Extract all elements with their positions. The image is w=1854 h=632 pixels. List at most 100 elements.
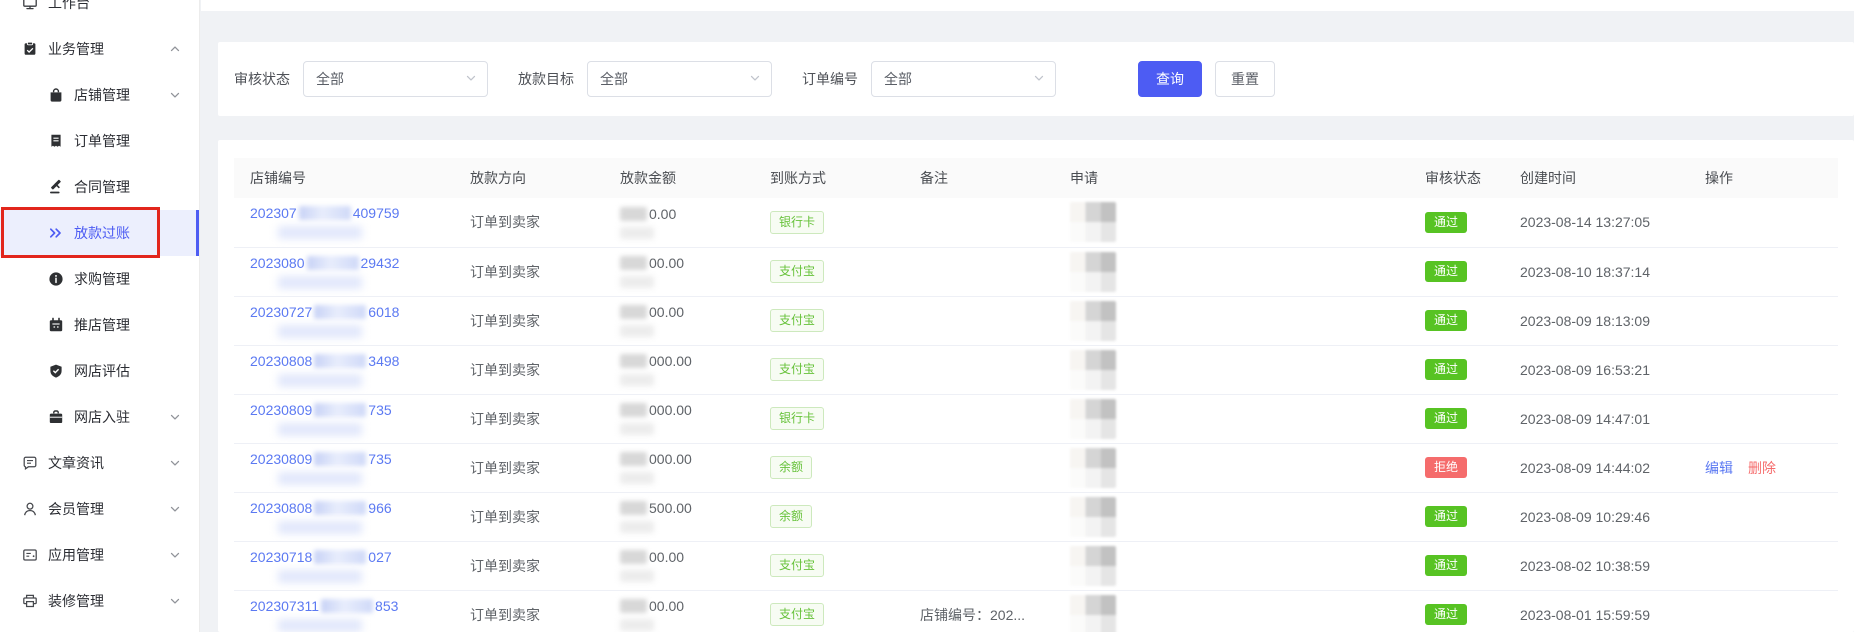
shop-id-cell: 202307409759	[234, 198, 454, 247]
loan-amount: 00.00	[604, 296, 754, 345]
sidebar-item-decorate[interactable]: 装修管理	[0, 578, 199, 624]
column-header: 审核状态	[1409, 158, 1504, 198]
redacted-amount-subline	[620, 521, 654, 533]
actions-cell	[1689, 247, 1838, 296]
loan-direction: 订单到卖家	[454, 247, 604, 296]
arrival-method-tag: 支付宝	[770, 554, 824, 577]
sidebar-item-label: 网店评估	[74, 361, 130, 381]
sidebar-item-members[interactable]: 会员管理	[0, 486, 199, 532]
status-cell: 拒绝	[1409, 443, 1504, 492]
double-chevron-right-icon	[48, 225, 64, 241]
arrival-method-tag: 银行卡	[770, 407, 824, 430]
loan-direction: 订单到卖家	[454, 541, 604, 590]
redacted-applicant	[1070, 595, 1116, 632]
shop-id-cell: 20230809735	[234, 394, 454, 443]
actions-cell	[1689, 590, 1838, 632]
select-value: 全部	[600, 69, 628, 89]
applicant-cell	[1054, 541, 1409, 590]
filter-label: 订单编号	[802, 69, 858, 89]
shop-id-link[interactable]: 202307311853	[250, 598, 398, 614]
chevron-down-icon	[169, 549, 181, 561]
redacted-amount-subline	[620, 325, 654, 337]
sidebar-item-settle[interactable]: 网店入驻	[0, 394, 199, 440]
sidebar-item-business[interactable]: 业务管理	[0, 26, 199, 72]
edit-link[interactable]: 编辑	[1705, 460, 1733, 476]
shop-id-link[interactable]: 20230809735	[250, 402, 392, 418]
loan-amount: 00.00	[604, 590, 754, 632]
arrival-method-tag: 余额	[770, 456, 812, 479]
select-value: 全部	[316, 69, 344, 89]
table-row: 202307276018订单到卖家00.00支付宝通过2023-08-09 18…	[234, 296, 1838, 345]
remark-cell: 店铺编号：202...	[904, 590, 1054, 632]
table-row: 20230808966订单到卖家500.00余额通过2023-08-09 10:…	[234, 492, 1838, 541]
redacted-id-segment	[314, 550, 366, 564]
shop-id-link[interactable]: 202307409759	[250, 205, 399, 221]
status-cell: 通过	[1409, 247, 1504, 296]
gavel-icon	[48, 179, 64, 195]
status-badge: 通过	[1425, 408, 1467, 429]
status-cell: 通过	[1409, 198, 1504, 247]
redacted-amount-subline	[620, 472, 654, 484]
shop-id-cell: 202308083498	[234, 345, 454, 394]
shop-id-cell: 20230718027	[234, 541, 454, 590]
sidebar-item-contract[interactable]: 合同管理	[0, 164, 199, 210]
filter-group-order-no: 订单编号全部	[802, 61, 1056, 97]
redacted-amount-segment	[620, 599, 647, 613]
sidebar-item-evaluate[interactable]: 网店评估	[0, 348, 199, 394]
arrival-method-cell: 支付宝	[754, 541, 904, 590]
loan-amount: 000.00	[604, 345, 754, 394]
sidebar-item-buy[interactable]: 求购管理	[0, 256, 199, 302]
sidebar-item-label: 求购管理	[74, 269, 130, 289]
search-button[interactable]: 查询	[1138, 61, 1202, 97]
shop-id-link[interactable]: 202308029432	[250, 255, 399, 271]
redacted-amount-segment	[620, 550, 647, 564]
redacted-id-segment	[307, 256, 359, 270]
sidebar: 工作台业务管理店铺管理订单管理合同管理放款过账求购管理推店管理网店评估网店入驻文…	[0, 0, 200, 632]
select-chevron-icon	[749, 71, 761, 87]
data-table-card: 店铺编号放款方向放款金额到账方式备注申请审核状态创建时间操作 202307409…	[218, 140, 1854, 632]
redacted-id-segment	[314, 403, 366, 417]
redacted-id-subline	[278, 619, 362, 632]
sidebar-item-order[interactable]: 订单管理	[0, 118, 199, 164]
remark-cell	[904, 443, 1054, 492]
sidebar-menu: 工作台业务管理店铺管理订单管理合同管理放款过账求购管理推店管理网店评估网店入驻文…	[0, 0, 199, 624]
shop-id-link[interactable]: 20230809735	[250, 451, 392, 467]
status-badge: 通过	[1425, 555, 1467, 576]
column-header: 操作	[1689, 158, 1838, 198]
redacted-amount-subline	[620, 570, 654, 582]
column-header: 备注	[904, 158, 1054, 198]
sidebar-item-apps[interactable]: 应用管理	[0, 532, 199, 578]
arrival-method-tag: 支付宝	[770, 309, 824, 332]
shop-id-link[interactable]: 20230718027	[250, 549, 392, 565]
order-no-select[interactable]: 全部	[871, 61, 1056, 97]
arrival-method-cell: 支付宝	[754, 247, 904, 296]
shop-id-link[interactable]: 202307276018	[250, 304, 399, 320]
shop-id-cell: 202307311853	[234, 590, 454, 632]
sidebar-item-label: 文章资讯	[48, 453, 104, 473]
redacted-amount-subline	[620, 374, 654, 386]
audit-status-select[interactable]: 全部	[303, 61, 488, 97]
sidebar-item-articles[interactable]: 文章资讯	[0, 440, 199, 486]
redacted-id-segment	[314, 354, 366, 368]
sidebar-item-shop[interactable]: 店铺管理	[0, 72, 199, 118]
arrival-method-cell: 支付宝	[754, 345, 904, 394]
shop-id-link[interactable]: 202308083498	[250, 353, 399, 369]
sidebar-item-workbench[interactable]: 工作台	[0, 0, 199, 26]
loan-target-select[interactable]: 全部	[587, 61, 772, 97]
applicant-cell	[1054, 394, 1409, 443]
shop-id-link[interactable]: 20230808966	[250, 500, 392, 516]
redacted-amount-subline	[620, 276, 654, 288]
delete-link[interactable]: 删除	[1748, 460, 1776, 476]
loan-amount: 500.00	[604, 492, 754, 541]
table-header-row: 店铺编号放款方向放款金额到账方式备注申请审核状态创建时间操作	[234, 158, 1838, 198]
table-row: 202307311853订单到卖家00.00支付宝店铺编号：202...通过20…	[234, 590, 1838, 632]
sidebar-item-loan[interactable]: 放款过账	[0, 210, 199, 256]
column-header: 到账方式	[754, 158, 904, 198]
status-badge: 通过	[1425, 261, 1467, 282]
receipt-icon	[48, 133, 64, 149]
sidebar-item-promote[interactable]: 推店管理	[0, 302, 199, 348]
briefcase-icon	[48, 409, 64, 425]
redacted-id-segment	[299, 206, 351, 220]
created-time: 2023-08-02 10:38:59	[1504, 541, 1689, 590]
reset-button[interactable]: 重置	[1215, 61, 1275, 97]
